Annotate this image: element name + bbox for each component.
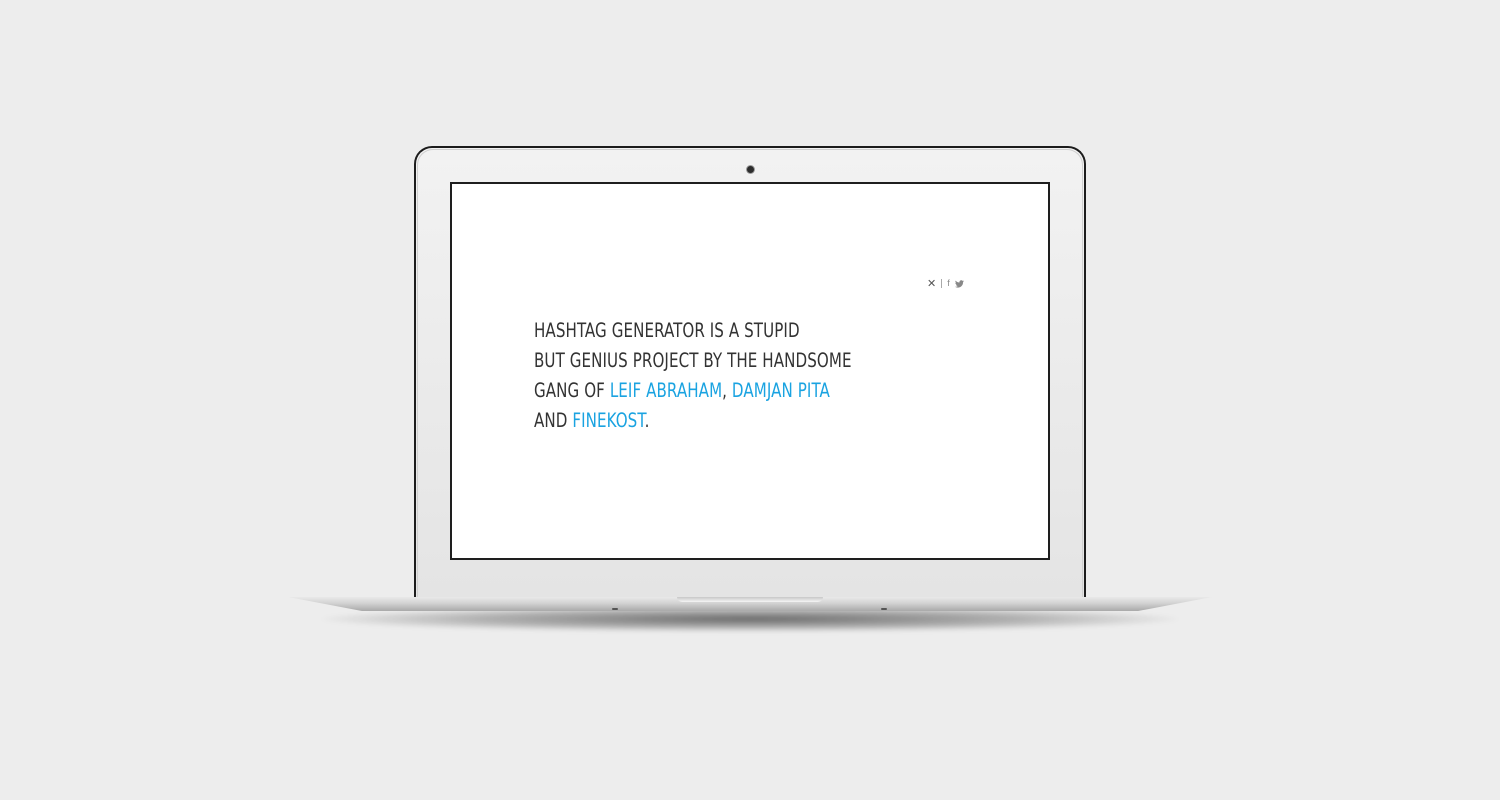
intro-line-4-prefix: AND — [534, 409, 573, 432]
intro-period: . — [644, 409, 650, 432]
laptop-lid: ✕ f HASHTAG GENERATOR IS A STUPID BUT GE… — [414, 146, 1086, 600]
laptop-foot-left — [612, 608, 618, 610]
link-finekost[interactable]: FINEKOST — [572, 409, 644, 432]
intro-line-2: BUT GENIUS PROJECT BY THE HANDSOME — [534, 349, 852, 372]
intro-comma: , — [722, 379, 732, 402]
link-leif-abraham[interactable]: LEIF ABRAHAM — [610, 379, 722, 402]
twitter-icon[interactable] — [954, 279, 964, 288]
intro-line-1: HASHTAG GENERATOR IS A STUPID — [534, 319, 800, 342]
intro-text: HASHTAG GENERATOR IS A STUPID BUT GENIUS… — [534, 316, 954, 436]
share-divider — [941, 279, 943, 288]
share-bar: ✕ f — [927, 278, 964, 289]
laptop-foot-right — [881, 608, 887, 610]
laptop-screen: ✕ f HASHTAG GENERATOR IS A STUPID BUT GE… — [450, 182, 1050, 560]
close-icon[interactable]: ✕ — [927, 278, 936, 289]
facebook-icon[interactable]: f — [947, 279, 950, 288]
link-damjan-pita[interactable]: DAMJAN PITA — [732, 379, 830, 402]
webcam — [747, 166, 754, 173]
intro-line-3-prefix: GANG OF — [534, 379, 610, 402]
laptop-hinge-notch — [677, 597, 823, 602]
intro-line-4: AND FINEKOST. — [534, 406, 895, 436]
intro-line-3: GANG OF LEIF ABRAHAM, DAMJAN PITA — [534, 376, 895, 406]
